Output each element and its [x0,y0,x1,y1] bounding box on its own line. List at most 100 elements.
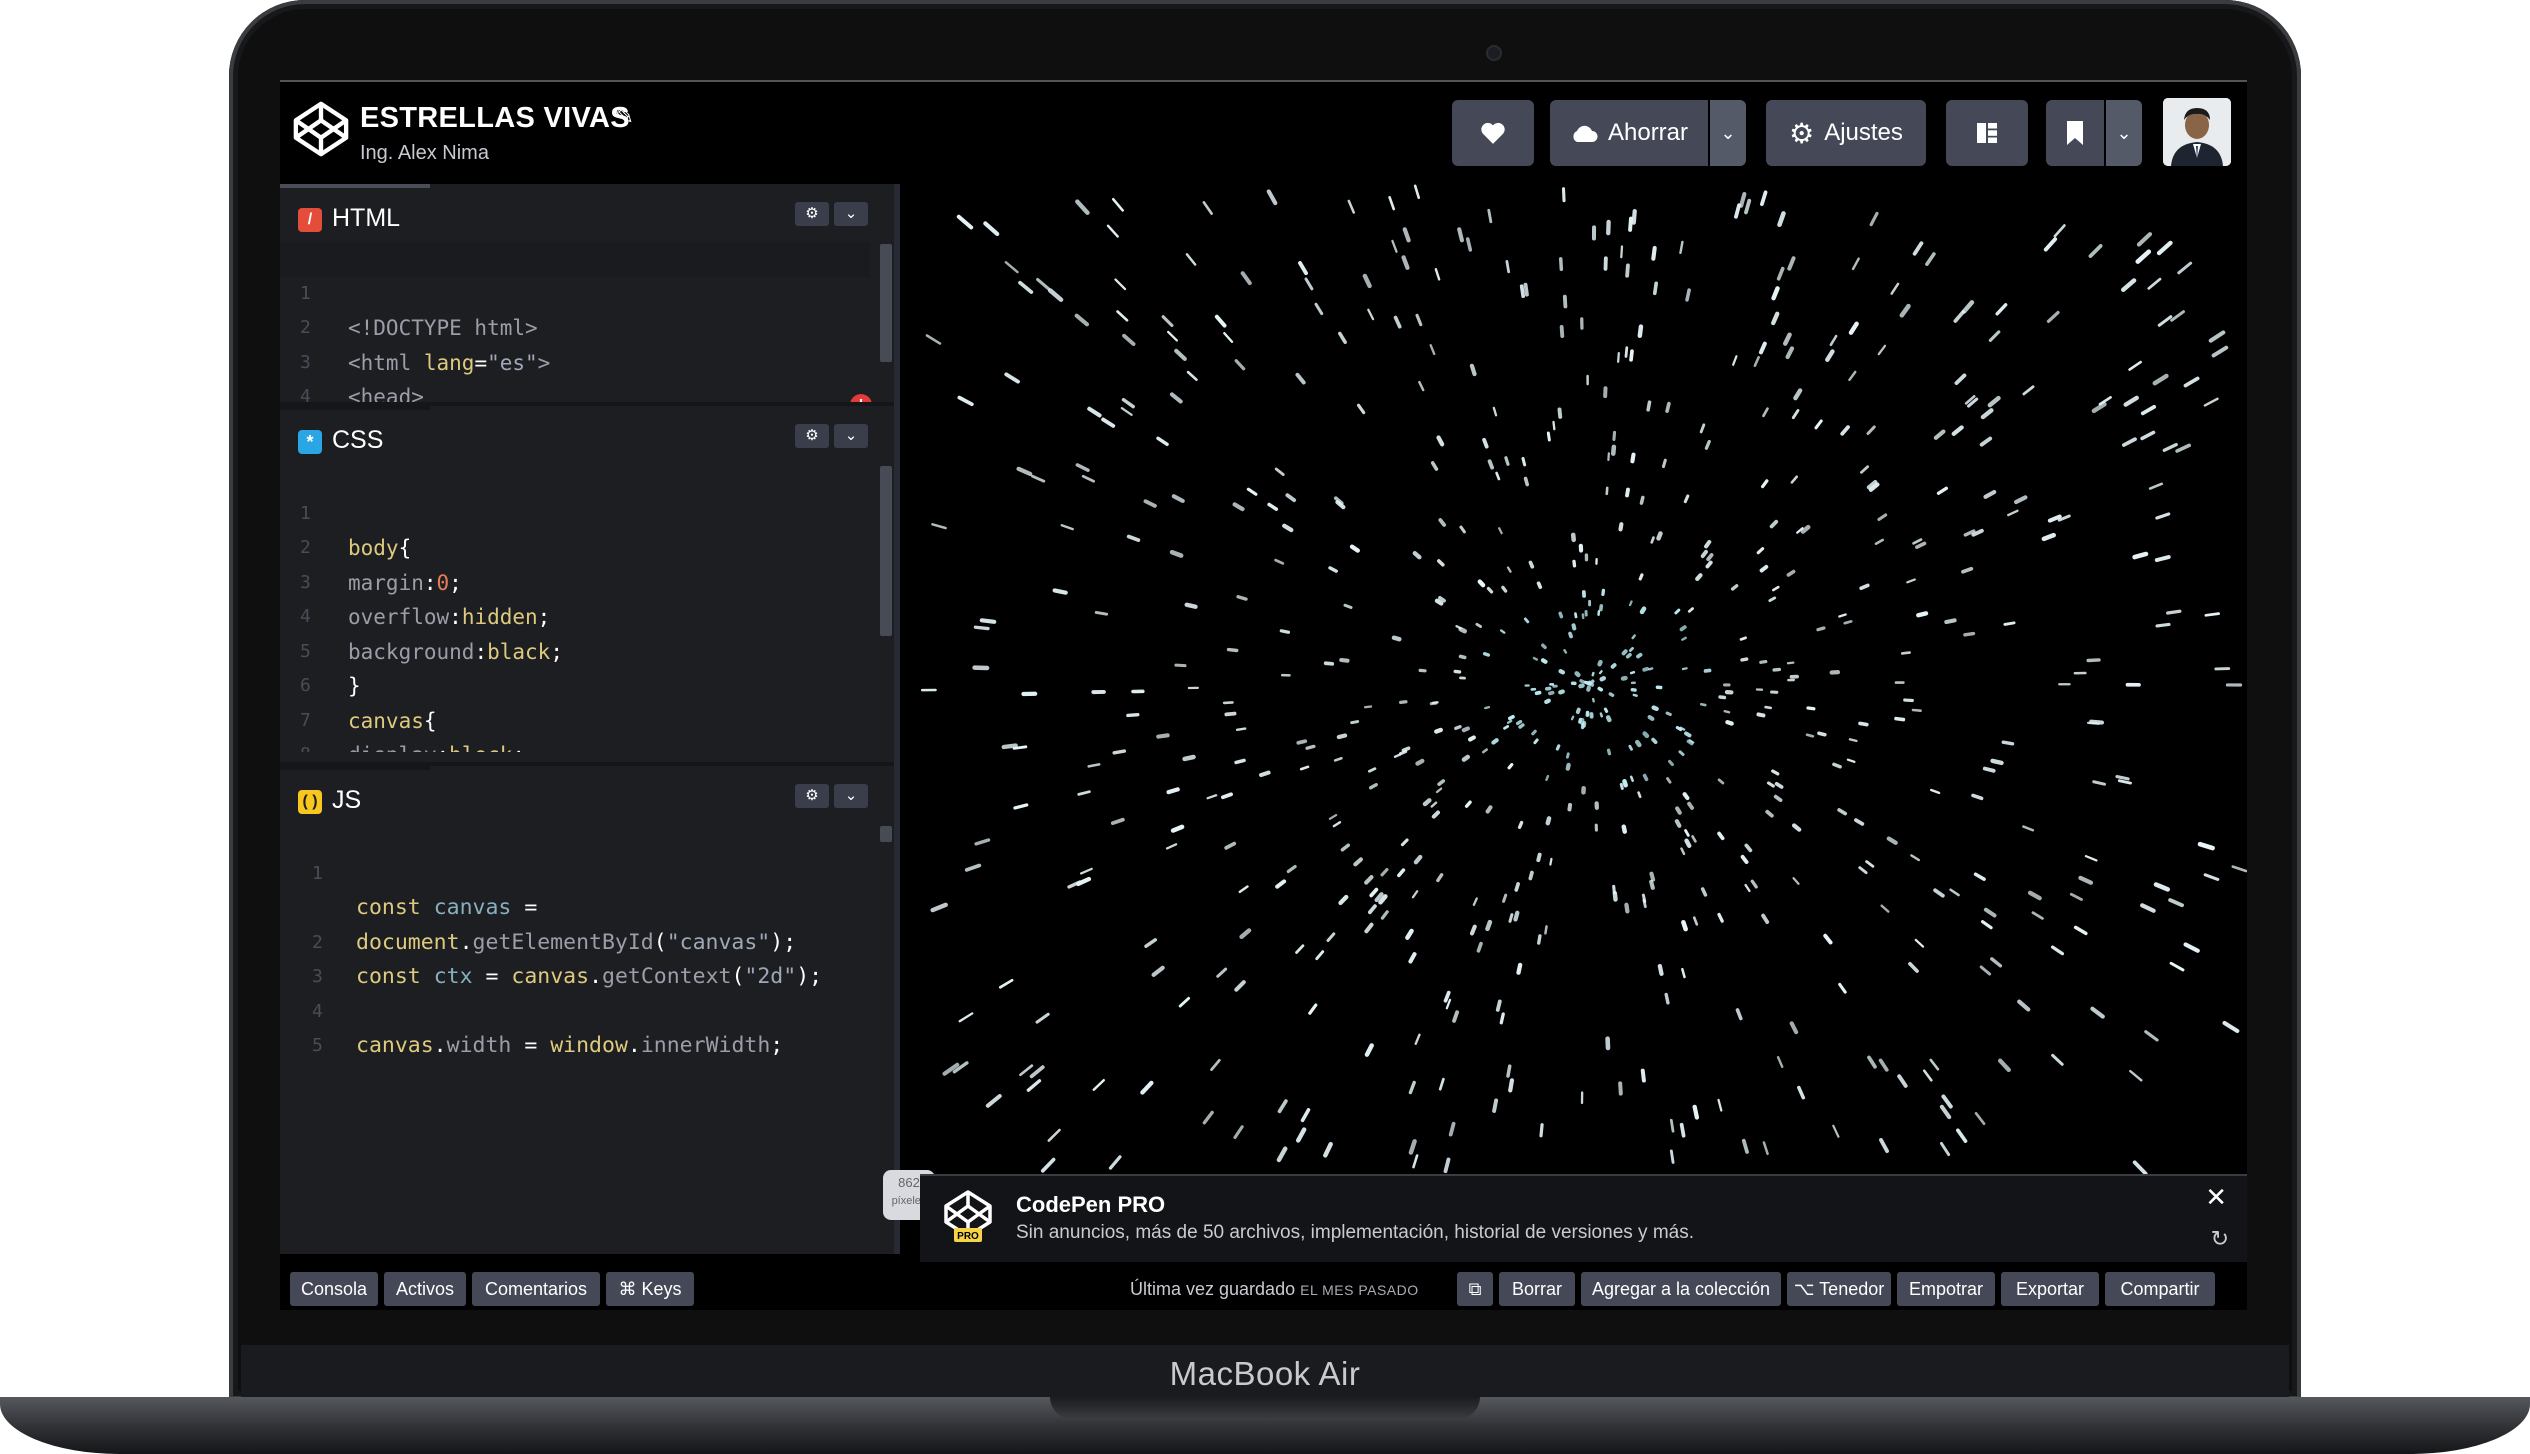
star-streak [1549,857,1553,866]
pen-author[interactable]: Ing. Alex Nima [360,142,489,165]
star-streak [2041,532,2056,542]
star-streak [2046,310,2060,323]
star-streak [1612,890,1618,902]
html-settings-button[interactable]: ⚙ [795,202,829,226]
html-code-editor[interactable]: 1 <!DOCTYPE html> 2 <html lang="es"> 3 <… [280,242,870,402]
star-streak [1599,712,1604,718]
html-panel-tab[interactable]: / HTML [280,184,430,244]
star-streak [1900,651,1911,655]
star-streak [1704,439,1711,450]
star-streak [1786,661,1795,665]
save-button[interactable]: Ahorrar [1550,100,1708,166]
console-button[interactable]: Consola [290,1272,378,1306]
star-streak [1579,679,1585,684]
star-streak [1434,268,1441,281]
add-to-collection-button[interactable]: Agregar a la colección [1581,1272,1781,1306]
star-streak [1979,436,1993,447]
css-collapse-button[interactable]: ⌄ [834,424,868,448]
star-streak [1998,1058,2011,1073]
star-streak [2154,555,2171,563]
star-streak [1621,824,1627,834]
assets-button[interactable]: Activos [384,1272,466,1306]
css-scrollbar[interactable] [880,466,892,636]
star-streak [1765,809,1774,818]
comments-button[interactable]: Comentarios [472,1272,600,1306]
star-streak [1350,720,1360,725]
star-streak [2211,345,2229,358]
css-code-editor[interactable]: 1 body{ 2 margin:0; 3 overflow:hidden; 4… [280,462,870,752]
star-streak [1568,631,1573,639]
html-scrollbar[interactable] [880,244,892,362]
edit-pencil-icon[interactable]: ✎ [614,102,634,131]
star-streak [1730,584,1739,591]
result-preview[interactable] [920,184,2247,1174]
code-line: 8 } [280,704,870,752]
codepen-logo[interactable] [292,100,350,158]
fork-button[interactable]: ⌥ Tenedor [1787,1272,1891,1306]
js-scrollbar[interactable] [880,826,892,842]
pro-banner[interactable]: PRO CodePen PRO Sin anuncios, más de 50 … [920,1174,2247,1264]
js-settings-button[interactable]: ⚙ [795,784,829,808]
layout-button[interactable] [1946,100,2028,166]
code-line: 6 canvas{ [300,675,437,733]
star-streak [1704,539,1712,549]
like-button[interactable] [1452,100,1534,166]
css-settings-button[interactable]: ⚙ [795,424,829,448]
star-streak [1431,810,1440,819]
star-streak [1515,719,1523,726]
share-button[interactable]: Compartir [2105,1272,2215,1306]
star-streak [1681,667,1688,671]
star-streak [1558,669,1566,675]
bottom-toolbar: Consola Activos Comentarios ⌘ Keys Últim… [280,1262,2247,1310]
star-streak [1548,690,1555,696]
open-external-button[interactable]: ⧉ [1457,1272,1493,1306]
settings-button[interactable]: ⚙ Ajustes [1766,100,1926,166]
export-button[interactable]: Exportar [2001,1272,2099,1306]
html-collapse-button[interactable]: ⌄ [834,202,868,226]
delete-button[interactable]: Borrar [1499,1272,1575,1306]
save-options-button[interactable]: ⌄ [1710,100,1746,166]
star-streak [1116,310,1129,322]
star-streak [964,863,982,872]
star-streak [1075,199,1090,215]
star-streak [1513,910,1520,922]
star-streak [1036,277,1051,291]
star-streak [2089,719,2105,725]
user-avatar[interactable] [2163,98,2231,166]
bookmark-button[interactable] [2046,100,2104,166]
js-code-editor[interactable]: 1 const canvas = document.getElementById… [280,822,870,1062]
star-streak [1184,602,1198,609]
embed-button[interactable]: Empotrar [1897,1272,1995,1306]
star-streak [1610,663,1617,669]
keys-button[interactable]: ⌘ Keys [606,1272,694,1306]
star-streak [1537,934,1542,945]
star-streak [1785,346,1795,360]
star-streak [2144,1030,2159,1042]
pro-banner-title[interactable]: CodePen PRO [1016,1192,1165,1218]
code-line: 4 <meta charset="UTF-8"> [300,386,311,402]
js-collapse-button[interactable]: ⌄ [834,784,868,808]
css-panel-tab[interactable]: * CSS [280,406,430,466]
star-streak [1629,349,1634,362]
star-streak [1504,456,1510,466]
star-streak [1681,967,1686,979]
star-streak [1774,781,1784,789]
star-streak [1126,534,1141,542]
settings-label: Ajustes [1824,119,1903,146]
star-streak [1461,754,1471,762]
star-streak [1586,685,1591,692]
close-icon[interactable]: ✕ [2205,1182,2227,1213]
star-streak [931,523,947,530]
star-streak [1912,241,1924,256]
star-streak [1695,573,1703,582]
pen-title[interactable]: ESTRELLAS VIVAS [360,102,630,135]
star-streak [1434,727,1443,734]
star-streak [1668,759,1674,767]
bookmark-options-button[interactable]: ⌄ [2106,100,2142,166]
star-streak [1161,315,1174,328]
star-streak [1705,560,1713,569]
js-panel-tab[interactable]: ( ) JS [280,766,430,826]
refresh-icon[interactable]: ↻ [2211,1226,2229,1252]
star-streak [1087,763,1101,768]
star-streak [1328,566,1338,573]
